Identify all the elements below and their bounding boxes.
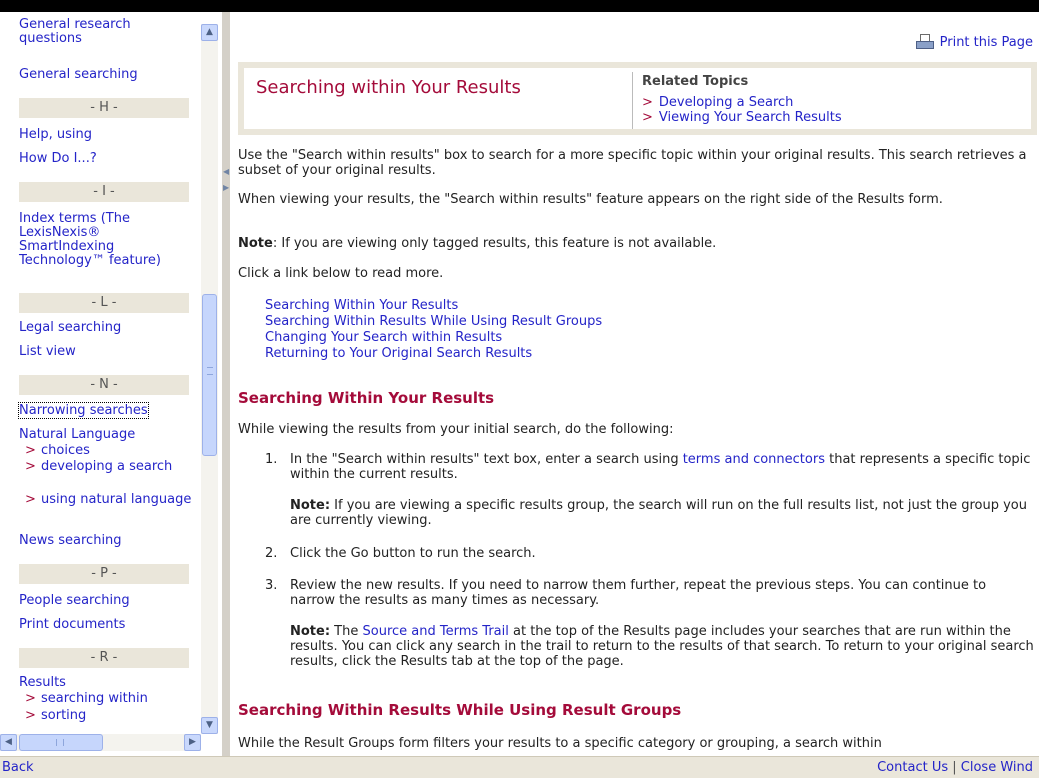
- click-instructions: Click a link below to read more.: [238, 266, 444, 281]
- index-entry-legal-searching[interactable]: Legal searching: [19, 321, 197, 335]
- index-heading-h: - H -: [19, 98, 189, 118]
- index-list: General research questions General searc…: [0, 12, 201, 734]
- index-entry-narrowing-searches[interactable]: Narrowing searches: [18, 402, 197, 419]
- index-pane: General research questions General searc…: [0, 12, 222, 756]
- terms-and-connectors-link[interactable]: terms and connectors: [683, 452, 825, 467]
- index-subitem-label: developing a search: [41, 459, 173, 474]
- close-window-link[interactable]: Close Wind: [961, 760, 1033, 775]
- index-entry-help-using[interactable]: Help, using: [19, 128, 197, 142]
- related-topic-developing-a-search[interactable]: > Developing a Search: [642, 96, 793, 110]
- footer-links: Contact Us | Close Wind: [877, 760, 1033, 775]
- section-title-searching-within: Searching Within Your Results: [238, 389, 495, 407]
- topic-header: Searching within Your Results Related To…: [238, 62, 1037, 135]
- vertical-scroll-thumb[interactable]: [202, 294, 217, 456]
- note-paragraph: Note: If you are viewing only tagged res…: [238, 236, 1034, 251]
- section1-intro: While viewing the results from your init…: [238, 422, 674, 437]
- page-title: Searching within Your Results: [256, 77, 521, 98]
- step-number: 3.: [265, 578, 278, 593]
- pane-splitter[interactable]: ◀ ▶: [222, 12, 230, 756]
- index-entry-how-do-i[interactable]: How Do I...?: [19, 152, 197, 166]
- intro-paragraph-1: Use the "Search within results" box to s…: [238, 148, 1027, 178]
- horizontal-scroll-thumb[interactable]: [19, 734, 103, 751]
- index-subitem-label: searching within: [41, 691, 148, 706]
- index-heading-i: - I -: [19, 182, 189, 202]
- collapse-arrow-icon[interactable]: ◀: [223, 168, 229, 176]
- note-label: Note:: [290, 624, 331, 639]
- bottom-bar: Back Contact Us | Close Wind: [0, 756, 1039, 778]
- index-heading-n: - N -: [19, 375, 189, 395]
- chevron-right-icon: >: [25, 691, 36, 706]
- section2-intro: While the Result Groups form filters you…: [238, 736, 882, 751]
- source-and-terms-trail-link[interactable]: Source and Terms Trail: [363, 624, 509, 639]
- chevron-right-icon: >: [642, 95, 653, 110]
- header-divider: [632, 72, 633, 129]
- toc-link-changing-your-search[interactable]: Changing Your Search within Results: [265, 330, 502, 345]
- back-link[interactable]: Back: [2, 760, 34, 775]
- index-subitem-searching-within[interactable]: > searching within: [25, 692, 195, 706]
- index-vertical-scrollbar[interactable]: ▲ ▼: [201, 24, 218, 734]
- section-title-result-groups: Searching Within Results While Using Res…: [238, 701, 682, 719]
- note-text: : If you are viewing only tagged results…: [272, 236, 717, 251]
- chevron-right-icon: >: [25, 708, 36, 723]
- index-horizontal-scrollbar[interactable]: ◀ ▶: [0, 734, 201, 751]
- help-content: Print this Page Searching within Your Re…: [230, 12, 1039, 756]
- related-topic-label: Developing a Search: [658, 95, 794, 110]
- chevron-right-icon: >: [25, 492, 36, 507]
- chevron-right-icon: >: [25, 443, 36, 458]
- scroll-up-icon[interactable]: ▲: [201, 24, 218, 41]
- print-this-page-link[interactable]: Print this Page: [915, 34, 1033, 50]
- index-subitem-label: sorting: [41, 708, 87, 723]
- index-subitem-developing-a-search[interactable]: > developing a search: [25, 460, 195, 474]
- scroll-right-icon[interactable]: ▶: [184, 734, 201, 751]
- related-topic-viewing-your-search-results[interactable]: > Viewing Your Search Results: [642, 111, 842, 125]
- toc-link-searching-within-your-results[interactable]: Searching Within Your Results: [265, 298, 458, 313]
- scroll-left-icon[interactable]: ◀: [0, 734, 17, 751]
- index-entry-general-research-questions[interactable]: General research questions: [19, 18, 197, 46]
- scroll-down-icon[interactable]: ▼: [201, 717, 218, 734]
- window-top-border: [0, 0, 1039, 12]
- step-3-note: Note: The Source and Terms Trail at the …: [290, 624, 1034, 669]
- index-entry-results[interactable]: Results: [19, 676, 197, 690]
- index-entry-news-searching[interactable]: News searching: [19, 534, 197, 548]
- index-entry-print-documents[interactable]: Print documents: [19, 618, 197, 632]
- related-topic-label: Viewing Your Search Results: [658, 110, 842, 125]
- related-topics-heading: Related Topics: [642, 74, 749, 89]
- step-3-text: Review the new results. If you need to n…: [290, 578, 987, 608]
- chevron-right-icon: >: [642, 110, 653, 125]
- note-label: Note:: [290, 498, 331, 513]
- index-subitem-label: using natural language: [41, 492, 192, 507]
- index-subitem-label: choices: [41, 443, 90, 458]
- note-label: Note: [238, 236, 273, 251]
- step-number: 2.: [265, 546, 278, 561]
- note-text-pre: The: [330, 624, 363, 639]
- index-subitem-choices[interactable]: > choices: [25, 444, 195, 458]
- index-entry-list-view[interactable]: List view: [19, 345, 197, 359]
- printer-icon: [915, 34, 934, 50]
- intro-paragraph-2: When viewing your results, the "Search w…: [238, 192, 943, 207]
- index-subitem-sorting[interactable]: > sorting: [25, 709, 195, 723]
- contact-us-link[interactable]: Contact Us: [877, 760, 948, 775]
- step-1-note: Note: If you are viewing a specific resu…: [290, 498, 1034, 528]
- index-entry-natural-language[interactable]: Natural Language: [19, 428, 197, 442]
- chevron-right-icon: >: [25, 459, 36, 474]
- index-heading-r: - R -: [19, 648, 189, 668]
- step-number: 1.: [265, 452, 278, 467]
- toc-link-searching-within-result-groups[interactable]: Searching Within Results While Using Res…: [265, 314, 602, 329]
- toc-link-returning-to-original[interactable]: Returning to Your Original Search Result…: [265, 346, 532, 361]
- step-1-text-pre: In the "Search within results" text box,…: [290, 452, 683, 467]
- index-subitem-using-natural-language[interactable]: > using natural language: [25, 493, 195, 507]
- step-1-text: In the "Search within results" text box,…: [290, 452, 1034, 482]
- index-entry-index-terms[interactable]: Index terms (The LexisNexis® SmartIndexi…: [19, 212, 197, 268]
- index-heading-p: - P -: [19, 564, 189, 584]
- step-2-text: Click the Go button to run the search.: [290, 546, 536, 561]
- index-entry-people-searching[interactable]: People searching: [19, 594, 197, 608]
- index-entry-general-searching[interactable]: General searching: [19, 68, 197, 82]
- index-heading-l: - L -: [19, 293, 189, 313]
- note-text: If you are viewing a specific results gr…: [290, 498, 1027, 528]
- footer-separator: |: [952, 760, 957, 775]
- expand-arrow-icon[interactable]: ▶: [223, 184, 229, 192]
- print-label: Print this Page: [939, 34, 1033, 50]
- index-entry-label: Narrowing searches: [18, 402, 149, 419]
